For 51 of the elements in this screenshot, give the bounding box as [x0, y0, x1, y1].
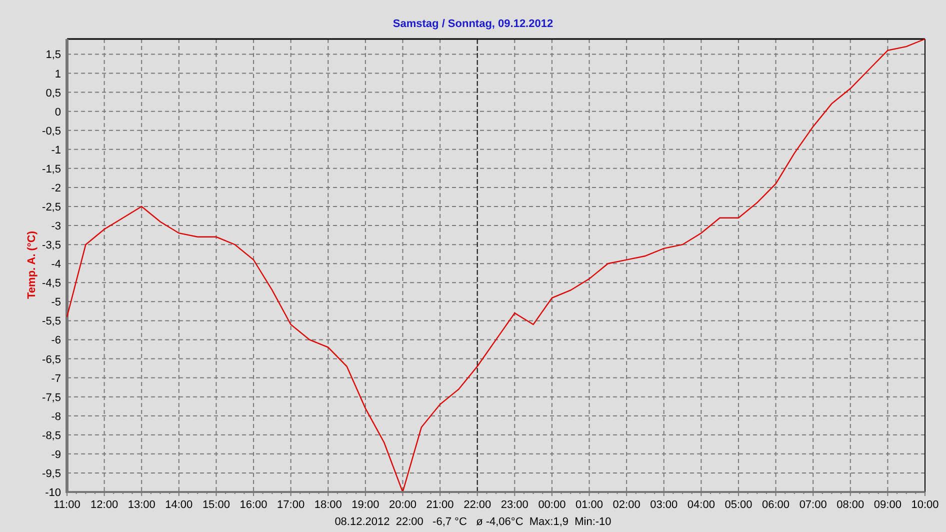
axis-tick-label: -8: [51, 410, 61, 423]
axis-tick-label: -9,5: [42, 468, 61, 480]
axis-tick-label: 16:00: [240, 499, 268, 511]
axis-tick-label: -5,5: [42, 316, 61, 328]
axis-tick-label: -2: [51, 182, 61, 194]
axis-tick-label: -8,5: [42, 430, 61, 442]
axis-tick-label: -7: [51, 372, 61, 385]
axis-tick-label: -1: [51, 144, 61, 156]
axis-tick-label: 06:00: [762, 499, 790, 511]
axis-tick-label: 0,5: [46, 87, 61, 100]
axis-tick-label: 14:00: [165, 499, 193, 511]
axis-tick-label: 20:00: [388, 499, 416, 511]
axis-tick-label: 13:00: [128, 499, 156, 511]
axis-tick-label: 22:00: [464, 499, 492, 511]
axis-tick-label: 23:00: [500, 499, 528, 511]
axis-tick-label: 12:00: [90, 499, 118, 511]
axis-tick-label: -6: [51, 334, 61, 347]
axis-tick-label: -10: [45, 487, 61, 499]
axis-tick-label: 19:00: [352, 499, 380, 511]
axis-tick-label: 05:00: [724, 499, 752, 511]
status-text: 08.12.2012 22:00 -6,7 °C ø -4,06°C Max:1,9 Min:-10: [334, 516, 612, 528]
axis-tick-label: 10:00: [911, 499, 939, 511]
axis-tick-label: 1: [54, 68, 61, 80]
axis-tick-label: -6,5: [42, 354, 61, 366]
axis-tick-label: 01:00: [576, 499, 604, 511]
axis-tick-label: 03:00: [650, 499, 678, 511]
axis-tick-label: -5: [51, 296, 61, 309]
axis-tick-label: -0,5: [42, 125, 61, 138]
axis-tick-label: 09:00: [874, 499, 902, 511]
axis-tick-label: -2,5: [42, 202, 61, 214]
chart-title: Samstag / Sonntag, 09.12.2012: [392, 18, 554, 30]
axis-tick-label: 0: [54, 106, 61, 118]
axis-tick-label: 15:00: [202, 499, 230, 511]
axis-tick-label: 21:00: [426, 499, 454, 511]
axis-tick-label: -4: [51, 258, 61, 271]
axis-tick-label: 00:00: [538, 499, 566, 511]
axis-tick-label: 11:00: [54, 499, 80, 511]
axis-tick-label: 18:00: [314, 499, 342, 511]
axis-tick-label: 04:00: [687, 499, 715, 511]
axis-tick-label: -4,5: [42, 278, 61, 290]
axis-tick-label: 07:00: [799, 499, 827, 511]
axis-title: Temp. A. (°C): [26, 231, 38, 299]
axis-tick-label: -1,5: [42, 163, 61, 176]
axis-tick-label: 08:00: [836, 499, 864, 511]
axis-tick-label: -3,5: [42, 240, 61, 252]
axis-tick-label: 02:00: [612, 499, 640, 511]
axis-tick-label: -3: [51, 220, 61, 233]
axis-tick-label: -9: [51, 448, 61, 461]
axis-tick-label: -7,5: [42, 392, 61, 404]
axis-tick-label: 17:00: [277, 499, 305, 511]
axis-tick-label: 1,5: [46, 49, 61, 62]
